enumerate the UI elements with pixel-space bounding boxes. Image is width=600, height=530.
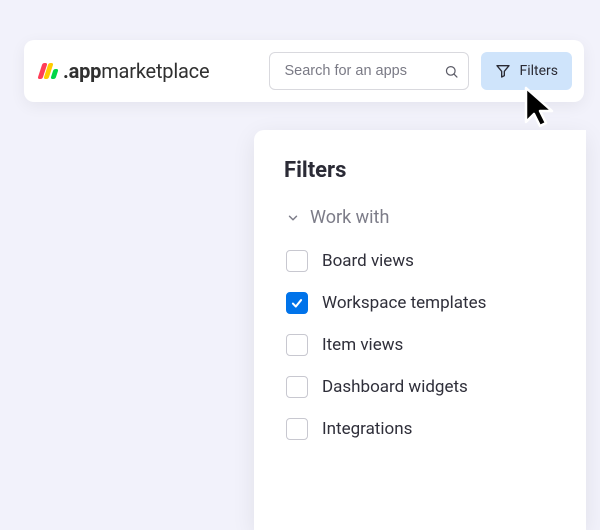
checkbox[interactable] [286, 250, 308, 272]
filters-button-label: Filters [519, 63, 558, 79]
option-label: Dashboard widgets [322, 377, 468, 397]
option-label: Board views [322, 251, 414, 271]
option-integrations[interactable]: Integrations [286, 418, 558, 440]
filters-panel: Filters Work with Board views Workspace … [254, 130, 586, 530]
option-board-views[interactable]: Board views [286, 250, 558, 272]
checkbox[interactable] [286, 334, 308, 356]
section-label: Work with [310, 207, 389, 228]
options-list: Board views Workspace templates Item vie… [286, 250, 558, 440]
checkbox[interactable] [286, 418, 308, 440]
logo-text-light: marketplace [101, 59, 209, 83]
option-label: Integrations [322, 419, 412, 439]
logo-text: .appmarketplace [63, 59, 209, 83]
checkbox[interactable] [286, 376, 308, 398]
section-header[interactable]: Work with [286, 207, 558, 228]
option-workspace-templates[interactable]: Workspace templates [286, 292, 558, 314]
panel-title: Filters [284, 158, 558, 183]
search-input[interactable] [284, 63, 435, 79]
option-item-views[interactable]: Item views [286, 334, 558, 356]
top-bar: .appmarketplace Filters [24, 40, 584, 102]
checkbox[interactable] [286, 292, 308, 314]
logo-mark-icon [40, 63, 57, 79]
logo[interactable]: .appmarketplace [40, 59, 209, 83]
filter-icon [495, 63, 511, 79]
search-icon [444, 63, 459, 80]
filters-button[interactable]: Filters [481, 52, 572, 90]
option-dashboard-widgets[interactable]: Dashboard widgets [286, 376, 558, 398]
option-label: Workspace templates [322, 293, 486, 313]
option-label: Item views [322, 335, 403, 355]
logo-text-bold: .app [63, 59, 101, 83]
chevron-down-icon [286, 211, 300, 225]
search-box[interactable] [269, 52, 469, 90]
